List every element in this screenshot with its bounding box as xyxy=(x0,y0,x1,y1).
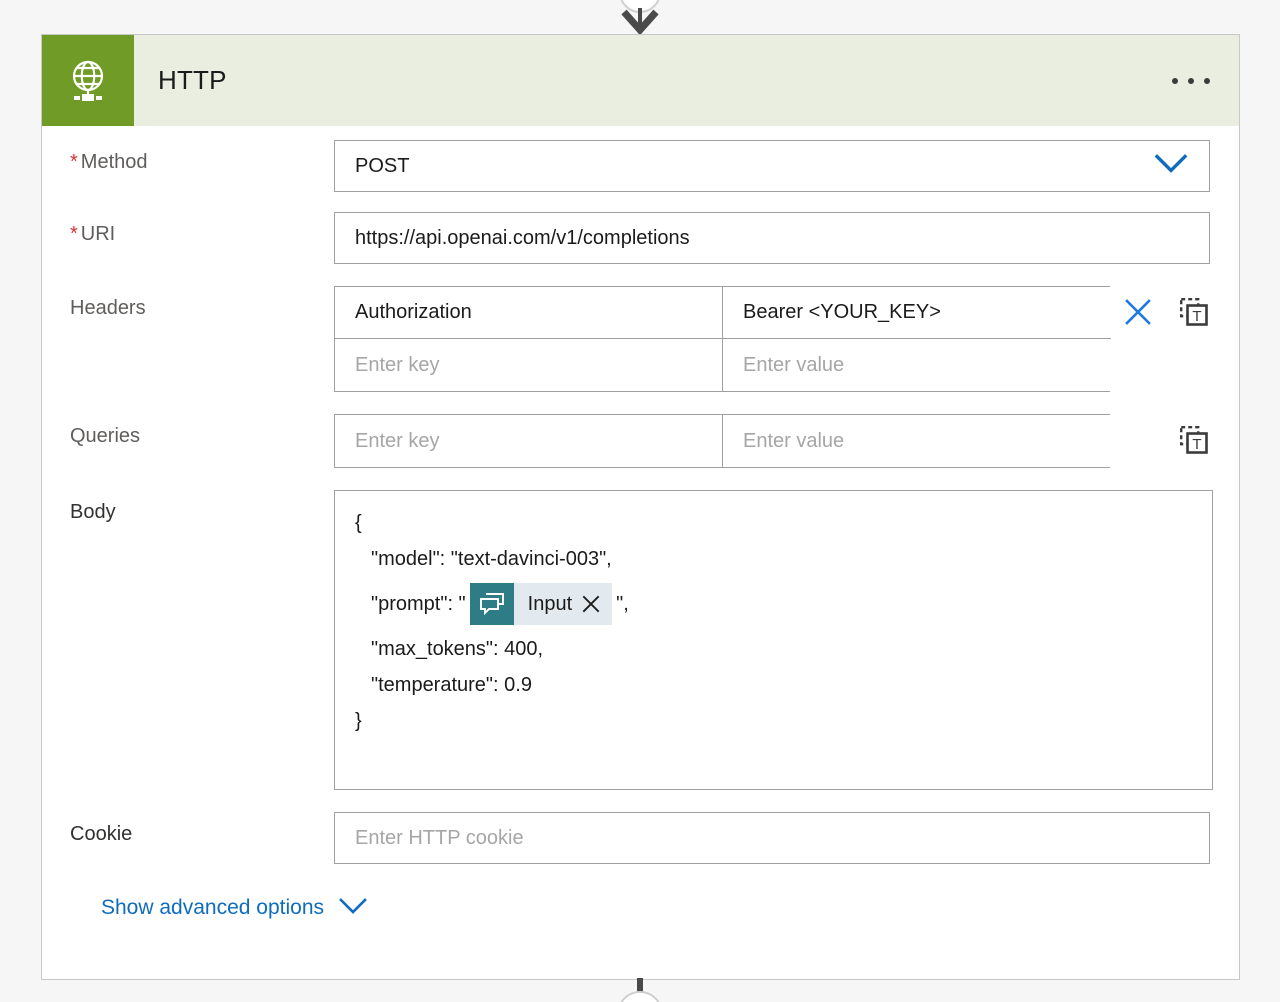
uri-input[interactable]: https://api.openai.com/v1/completions xyxy=(334,212,1210,264)
required-asterisk: * xyxy=(70,223,78,245)
svg-text:T: T xyxy=(1192,308,1201,325)
field-row-body: Body { "model": "text-davinci-003", "pro… xyxy=(42,490,1213,790)
body-label: Body xyxy=(70,501,116,523)
code-line-open: { xyxy=(355,512,362,534)
code-prompt-prefix: "prompt": " xyxy=(371,593,466,615)
field-row-method: * Method POST xyxy=(42,140,1210,192)
ellipsis-dot xyxy=(1172,77,1178,84)
queries-actions: T xyxy=(1110,414,1222,466)
cookie-label: Cookie xyxy=(70,823,133,845)
header-value-input-0[interactable]: Bearer <YOUR_KEY> xyxy=(722,287,1111,339)
headers-actions: T xyxy=(1110,286,1222,338)
method-value: POST xyxy=(355,154,410,177)
code-prompt-suffix: ", xyxy=(616,593,629,615)
http-action-card: HTTP * Method POST * URI https://api.ope… xyxy=(41,34,1240,980)
card-header: HTTP xyxy=(42,35,1239,126)
query-key-input-0[interactable]: Enter key xyxy=(335,415,722,467)
svg-text:T: T xyxy=(1192,436,1201,453)
body-code-editor[interactable]: { "model": "text-davinci-003", "prompt":… xyxy=(334,490,1213,790)
show-advanced-options-label: Show advanced options xyxy=(101,896,324,919)
card-title: HTTP xyxy=(158,65,227,95)
globe-network-icon xyxy=(42,35,134,126)
field-row-uri: * URI https://api.openai.com/v1/completio… xyxy=(42,212,1210,264)
connector-bottom xyxy=(0,978,1280,1002)
cookie-placeholder: Enter HTTP cookie xyxy=(355,826,524,849)
field-row-headers: Headers Authorization Bearer <YOUR_KEY> … xyxy=(42,286,1210,392)
headers-key-value-grid: Authorization Bearer <YOUR_KEY> Enter ke… xyxy=(334,286,1111,392)
method-label: * Method xyxy=(70,151,148,173)
method-select[interactable]: POST xyxy=(334,140,1210,192)
overflow-menu-button[interactable] xyxy=(1143,35,1239,126)
delete-header-row-button[interactable] xyxy=(1110,286,1166,338)
flow-canvas: HTTP * Method POST * URI https://api.ope… xyxy=(0,0,1280,1002)
uri-label: * URI xyxy=(70,223,116,245)
show-advanced-options-button[interactable]: Show advanced options xyxy=(42,896,1210,920)
close-x-icon xyxy=(1125,299,1151,325)
switch-to-text-mode-icon: T xyxy=(1180,298,1208,326)
field-row-queries: Queries Enter key Enter value T xyxy=(42,414,1210,468)
arrow-down-icon xyxy=(620,0,660,34)
card-body: * Method POST * URI https://api.openai.c… xyxy=(42,126,1239,920)
query-value-input-0[interactable]: Enter value xyxy=(722,415,1111,467)
close-x-icon xyxy=(582,595,600,613)
required-asterisk: * xyxy=(70,151,78,173)
queries-switch-to-text-mode-button[interactable]: T xyxy=(1166,414,1222,466)
headers-switch-to-text-mode-button[interactable]: T xyxy=(1166,286,1222,338)
token-label: Input xyxy=(527,593,573,615)
header-key-input-1[interactable]: Enter key xyxy=(335,339,722,391)
code-line-prompt: "prompt": " Input ", xyxy=(355,577,1194,631)
code-line-close: } xyxy=(355,710,362,732)
queries-spacer xyxy=(1110,414,1166,466)
switch-to-text-mode-icon: T xyxy=(1180,426,1208,454)
header-value-input-1[interactable]: Enter value xyxy=(722,339,1111,391)
connector-top xyxy=(0,0,1280,34)
headers-label: Headers xyxy=(70,297,146,319)
code-line-temperature: "temperature": 0.9 xyxy=(371,674,532,696)
flow-node-icon xyxy=(620,978,660,1002)
dynamic-content-token-input[interactable]: Input xyxy=(469,583,613,625)
token-remove-button[interactable] xyxy=(582,583,612,625)
cookie-input[interactable]: Enter HTTP cookie xyxy=(334,812,1210,864)
chevron-down-icon xyxy=(338,897,368,920)
ellipsis-dot xyxy=(1204,77,1210,84)
code-line-model: "model": "text-davinci-003", xyxy=(371,548,612,570)
code-line-max-tokens: "max_tokens": 400, xyxy=(371,638,544,660)
uri-value: https://api.openai.com/v1/completions xyxy=(355,226,690,249)
field-row-cookie: Cookie Enter HTTP cookie xyxy=(42,812,1210,864)
chat-bubbles-icon xyxy=(469,583,514,625)
queries-label: Queries xyxy=(70,425,141,447)
queries-key-value-grid: Enter key Enter value xyxy=(334,414,1111,468)
header-key-input-0[interactable]: Authorization xyxy=(335,287,722,339)
ellipsis-dot xyxy=(1188,77,1194,84)
